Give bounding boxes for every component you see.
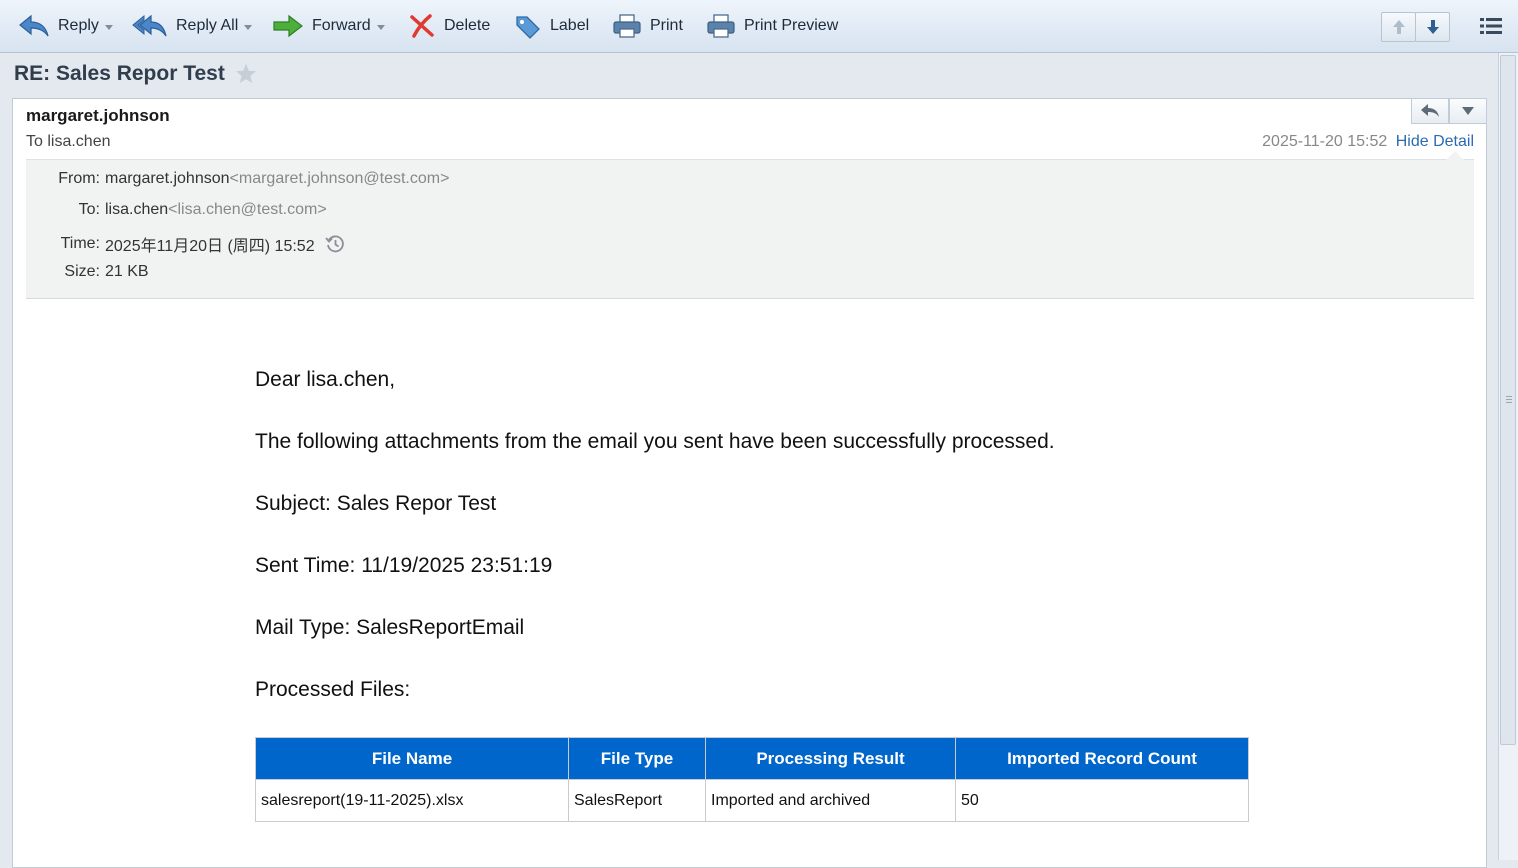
message-details: From: margaret.johnson <margaret.johnson… xyxy=(26,151,1474,299)
forward-arrow-icon xyxy=(273,14,303,38)
processed-files-table: File Name File Type Processing Result Im… xyxy=(255,737,1249,822)
table-row: salesreport(19-11-2025).xlsx SalesReport… xyxy=(255,779,1249,822)
size-label: Size: xyxy=(64,263,100,280)
arrow-down-icon xyxy=(1426,20,1439,34)
menu-list-icon[interactable] xyxy=(1480,17,1502,40)
delete-label: Delete xyxy=(444,17,491,34)
next-message-button[interactable] xyxy=(1415,12,1450,42)
delete-x-icon xyxy=(410,14,434,38)
greeting: Dear lisa.chen, xyxy=(255,368,396,391)
recipient-summary: To lisa.chen xyxy=(26,133,111,150)
reply-button[interactable]: Reply xyxy=(18,9,113,43)
printer-icon xyxy=(613,14,641,38)
time-label: Time: xyxy=(60,235,100,252)
printer-icon xyxy=(707,14,735,38)
cell-file-type: SalesReport xyxy=(568,779,706,822)
message-subject: RE: Sales Repor Test xyxy=(14,62,257,86)
from-name[interactable]: margaret.johnson xyxy=(105,170,230,188)
time-row: Time: 2025年11月20日 (周四) 15:52 xyxy=(26,232,345,256)
quick-reply-button[interactable] xyxy=(1411,98,1449,124)
column-header-file-name: File Name xyxy=(255,737,569,780)
subject-line: Subject: Sales Repor Test xyxy=(255,492,497,515)
history-clock-icon[interactable] xyxy=(324,234,345,254)
chevron-down-icon xyxy=(1462,107,1474,115)
message-date: 2025-11-20 15:52 xyxy=(1262,133,1388,150)
hide-detail-link[interactable]: Hide Detail xyxy=(1396,133,1474,150)
chevron-down-icon[interactable] xyxy=(244,24,253,30)
tag-icon xyxy=(516,16,540,39)
time-value: 2025年11月20日 (周四) 15:52 xyxy=(105,238,315,255)
subject-text: RE: Sales Repor Test xyxy=(14,62,225,85)
to-label: To: xyxy=(78,201,100,218)
from-email[interactable]: <margaret.johnson@test.com> xyxy=(230,170,450,188)
print-preview-label: Print Preview xyxy=(744,17,839,34)
delete-button[interactable]: Delete xyxy=(408,9,490,43)
reply-icon xyxy=(19,14,49,37)
reply-all-icon xyxy=(132,14,167,37)
column-header-file-type: File Type xyxy=(568,737,706,780)
sent-time-line: Sent Time: 11/19/2025 23:51:19 xyxy=(255,554,553,577)
table-header-row: File Name File Type Processing Result Im… xyxy=(255,737,1249,780)
to-email[interactable]: <lisa.chen@test.com> xyxy=(168,201,327,219)
label-button[interactable]: Label xyxy=(514,9,589,43)
from-row: From: margaret.johnson <margaret.johnson… xyxy=(26,170,449,188)
chevron-down-icon[interactable] xyxy=(104,24,113,30)
reply-all-button[interactable]: Reply All xyxy=(132,9,253,43)
print-preview-button[interactable]: Print Preview xyxy=(706,9,838,43)
reply-icon xyxy=(1421,104,1439,117)
intro-text: The following attachments from the email… xyxy=(255,430,1055,453)
more-actions-button[interactable] xyxy=(1449,98,1487,124)
message-panel: margaret.johnson To lisa.chen 2025-11-20… xyxy=(12,98,1487,868)
sender-name[interactable]: margaret.johnson xyxy=(26,106,170,126)
star-icon[interactable] xyxy=(235,63,257,85)
size-row: Size: 21 KB xyxy=(26,263,149,281)
from-label: From: xyxy=(58,170,100,187)
column-header-record-count: Imported Record Count xyxy=(955,737,1249,780)
reply-all-label: Reply All xyxy=(176,17,239,34)
arrow-up-icon xyxy=(1392,20,1405,34)
label-label: Label xyxy=(550,17,590,34)
cell-file-name: salesreport(19-11-2025).xlsx xyxy=(255,779,569,822)
to-name[interactable]: lisa.chen xyxy=(105,201,168,219)
cell-processing-result: Imported and archived xyxy=(705,779,956,822)
toolbar: Reply Reply All Forward Delete Label Pri… xyxy=(0,0,1518,53)
message-date-row: 2025-11-20 15:52 Hide Detail xyxy=(1262,133,1474,151)
size-value: 21 KB xyxy=(105,263,149,280)
print-button[interactable]: Print xyxy=(612,9,683,43)
scrollbar-thumb[interactable] xyxy=(1500,55,1516,745)
processed-files-label: Processed Files: xyxy=(255,678,411,701)
cell-record-count: 50 xyxy=(955,779,1249,822)
mail-type-line: Mail Type: SalesReportEmail xyxy=(255,616,525,639)
to-row: To: lisa.chen <lisa.chen@test.com> xyxy=(26,201,327,219)
print-label: Print xyxy=(650,17,683,34)
previous-message-button[interactable] xyxy=(1381,12,1416,42)
chevron-down-icon[interactable] xyxy=(376,24,385,30)
forward-button[interactable]: Forward xyxy=(272,9,385,43)
forward-label: Forward xyxy=(312,17,371,34)
column-header-processing-result: Processing Result xyxy=(705,737,956,780)
reply-label: Reply xyxy=(58,17,99,34)
